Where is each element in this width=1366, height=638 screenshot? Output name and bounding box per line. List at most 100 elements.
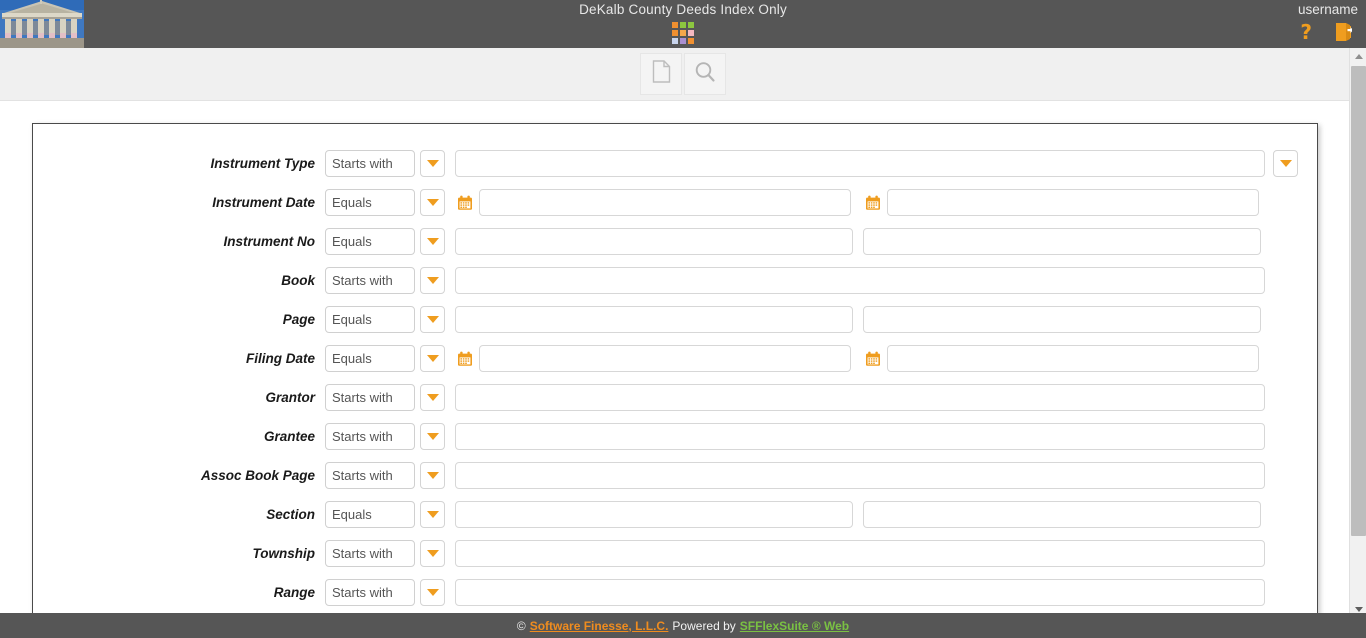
new-document-button[interactable] xyxy=(640,53,682,95)
field-label: Page xyxy=(282,312,315,327)
chevron-down-icon xyxy=(426,550,439,557)
logout-door-icon[interactable] xyxy=(1334,22,1354,42)
operator-dropdown-arrow[interactable] xyxy=(420,423,445,450)
field-label: Instrument No xyxy=(223,234,315,249)
operator-select-page[interactable]: Equals xyxy=(325,306,415,333)
apps-grid-icon[interactable] xyxy=(672,22,694,44)
field-label: Filing Date xyxy=(245,351,315,366)
operator-dropdown-arrow[interactable] xyxy=(420,267,445,294)
search-button[interactable] xyxy=(684,53,726,95)
operator-select-instrument-no[interactable]: Equals xyxy=(325,228,415,255)
chevron-down-icon xyxy=(426,238,439,245)
operator-dropdown-arrow[interactable] xyxy=(420,462,445,489)
value-input-township[interactable] xyxy=(455,540,1265,567)
operator-select-filing-date[interactable]: Equals xyxy=(325,345,415,372)
value-input-range[interactable] xyxy=(455,579,1265,606)
search-panel: Instrument Type Starts with Instrument D… xyxy=(32,123,1318,618)
field-label: Book xyxy=(281,273,315,288)
date-from-input-filing-date[interactable] xyxy=(479,345,851,372)
operator-dropdown-arrow[interactable] xyxy=(420,501,445,528)
operator-select-grantee[interactable]: Starts with xyxy=(325,423,415,450)
field-label: Grantee xyxy=(263,429,315,444)
field-label: Assoc Book Page xyxy=(200,468,315,483)
calendar-icon[interactable] xyxy=(457,351,473,367)
operator-select-assoc-book-page[interactable]: Starts with xyxy=(325,462,415,489)
operator-select-grantor[interactable]: Starts with xyxy=(325,384,415,411)
scroll-up-arrow-icon[interactable] xyxy=(1350,48,1366,65)
field-label: Instrument Type xyxy=(210,156,315,171)
value-input-assoc-book-page[interactable] xyxy=(455,462,1265,489)
calendar-icon[interactable] xyxy=(865,351,881,367)
form-row-filing-date: Filing Date Equals xyxy=(33,339,1317,378)
operator-dropdown-arrow[interactable] xyxy=(420,384,445,411)
username-label: username xyxy=(1297,2,1358,17)
operator-dropdown-arrow[interactable] xyxy=(420,228,445,255)
date-to-input-filing-date[interactable] xyxy=(887,345,1259,372)
operator-dropdown-arrow[interactable] xyxy=(420,150,445,177)
operator-select-section[interactable]: Equals xyxy=(325,501,415,528)
operator-select-book[interactable]: Starts with xyxy=(325,267,415,294)
field-label: Section xyxy=(266,507,315,522)
value-from-input-instrument-no[interactable] xyxy=(455,228,853,255)
chevron-down-icon xyxy=(426,511,439,518)
value-from-input-section[interactable] xyxy=(455,501,853,528)
company-link[interactable]: Software Finesse, L.L.C. xyxy=(530,619,669,633)
lookup-dropdown-instrument-type[interactable] xyxy=(1273,150,1298,177)
chevron-down-icon xyxy=(426,472,439,479)
form-row-range: Range Starts with xyxy=(33,573,1317,612)
form-row-grantor: Grantor Starts with xyxy=(33,378,1317,417)
field-label: Township xyxy=(252,546,316,561)
chevron-down-icon xyxy=(426,199,439,206)
calendar-icon[interactable] xyxy=(865,195,881,211)
scrollbar-thumb[interactable] xyxy=(1351,66,1366,536)
copyright-symbol: © xyxy=(516,618,526,633)
value-input-grantor[interactable] xyxy=(455,384,1265,411)
value-to-input-section[interactable] xyxy=(863,501,1261,528)
main-toolbar xyxy=(0,48,1366,101)
form-row-instrument-no: Instrument No Equals xyxy=(33,222,1317,261)
operator-select-township[interactable]: Starts with xyxy=(325,540,415,567)
form-row-section: Section Equals xyxy=(33,495,1317,534)
app-header: DeKalb County Deeds Index Only username … xyxy=(0,0,1366,48)
value-input-instrument-type[interactable] xyxy=(455,150,1265,177)
form-row-township: Township Starts with xyxy=(33,534,1317,573)
form-row-book: Book Starts with xyxy=(33,261,1317,300)
value-input-grantee[interactable] xyxy=(455,423,1265,450)
chevron-down-icon xyxy=(426,589,439,596)
operator-select-instrument-date[interactable]: Equals xyxy=(325,189,415,216)
chevron-down-icon xyxy=(426,394,439,401)
chevron-down-icon xyxy=(1279,160,1292,167)
form-row-assoc-book-page: Assoc Book Page Starts with xyxy=(33,456,1317,495)
field-label: Grantor xyxy=(265,390,315,405)
form-row-grantee: Grantee Starts with xyxy=(33,417,1317,456)
chevron-down-icon xyxy=(426,316,439,323)
search-form: Instrument Type Starts with Instrument D… xyxy=(33,124,1317,612)
calendar-icon[interactable] xyxy=(457,195,473,211)
operator-dropdown-arrow[interactable] xyxy=(420,579,445,606)
chevron-down-icon xyxy=(426,160,439,167)
value-from-input-page[interactable] xyxy=(455,306,853,333)
chevron-down-icon xyxy=(426,433,439,440)
field-label: Range xyxy=(273,585,315,600)
magnifier-icon xyxy=(694,61,716,88)
operator-select-range[interactable]: Starts with xyxy=(325,579,415,606)
operator-dropdown-arrow[interactable] xyxy=(420,189,445,216)
operator-dropdown-arrow[interactable] xyxy=(420,540,445,567)
question-mark-icon[interactable]: ? xyxy=(1300,22,1312,42)
date-from-input-instrument-date[interactable] xyxy=(479,189,851,216)
form-row-page: Page Equals xyxy=(33,300,1317,339)
operator-dropdown-arrow[interactable] xyxy=(420,345,445,372)
document-icon xyxy=(652,60,671,88)
value-to-input-instrument-no[interactable] xyxy=(863,228,1261,255)
value-to-input-page[interactable] xyxy=(863,306,1261,333)
operator-select-instrument-type[interactable]: Starts with xyxy=(325,150,415,177)
product-link[interactable]: SFFlexSuite ® Web xyxy=(740,619,849,633)
powered-by-label: Powered by xyxy=(672,618,736,633)
user-block: username ? xyxy=(1158,0,1358,42)
chevron-down-icon xyxy=(426,277,439,284)
date-to-input-instrument-date[interactable] xyxy=(887,189,1259,216)
value-input-book[interactable] xyxy=(455,267,1265,294)
operator-dropdown-arrow[interactable] xyxy=(420,306,445,333)
form-row-instrument-date: Instrument Date Equals xyxy=(33,183,1317,222)
vertical-scrollbar[interactable] xyxy=(1349,48,1366,618)
